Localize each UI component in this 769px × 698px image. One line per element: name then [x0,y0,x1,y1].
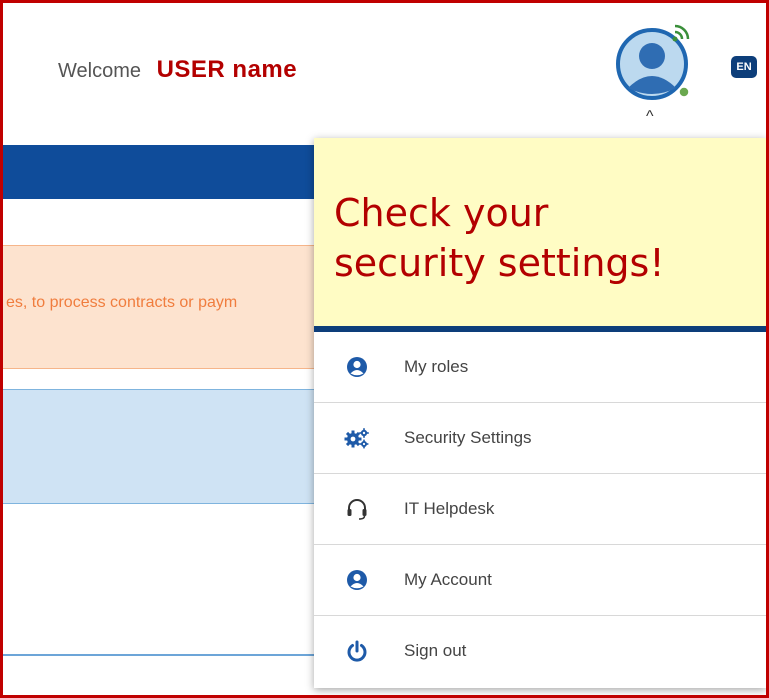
online-status-dot [678,86,690,98]
menu-item-my-roles[interactable]: My roles [314,332,766,403]
gears-icon [344,425,370,451]
user-name: USER name [156,56,298,83]
user-avatar-button[interactable] [612,22,692,102]
menu-item-label: Sign out [404,641,467,660]
user-circle-icon [344,567,370,593]
menu-item-sign-out[interactable]: Sign out [314,616,766,686]
security-callout-text: Check your security settings! [334,191,665,285]
user-circle-icon [344,354,370,380]
language-switcher[interactable]: EN [731,56,757,78]
chevron-up-icon[interactable]: ^ [646,108,654,126]
welcome-label: Welcome [58,60,141,82]
menu-item-label: My roles [404,357,469,376]
power-icon [344,638,370,664]
user-menu-dropdown: Check your security settings! My roles S… [314,138,766,688]
menu-item-label: Security Settings [404,428,532,447]
headset-icon [344,496,370,522]
warning-banner-text: es, to process contracts or paym [6,294,238,311]
menu-item-security-settings[interactable]: Security Settings [314,403,766,474]
welcome-message: Welcome USER name [58,56,297,84]
security-callout: Check your security settings! [314,138,766,332]
menu-item-label: My Account [404,570,492,589]
menu-item-it-helpdesk[interactable]: IT Helpdesk [314,474,766,545]
menu-item-my-account[interactable]: My Account [314,545,766,616]
menu-item-label: IT Helpdesk [404,499,495,518]
wifi-status-icon [672,24,690,42]
